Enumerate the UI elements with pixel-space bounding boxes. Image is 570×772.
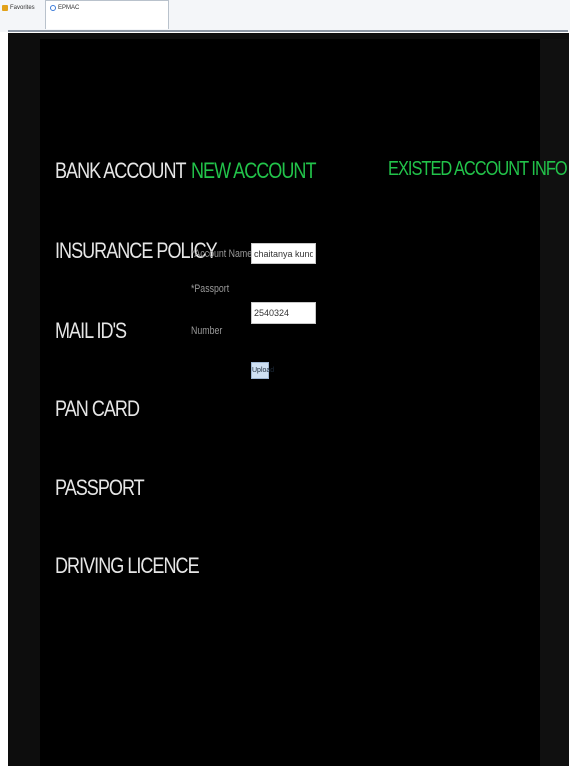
tab-existed-account-info[interactable]: EXISTED ACCOUNT INFO — [388, 158, 568, 181]
sidebar-item-mail-ids[interactable]: MAIL ID'S — [55, 318, 127, 344]
passport-label-line2: Number — [191, 325, 223, 337]
ie-page-icon — [50, 5, 56, 11]
passport-label-line1: *Passport — [191, 283, 230, 295]
browser-tab-bar: Favorites EPMAC — [0, 0, 570, 32]
account-name-input[interactable] — [251, 243, 316, 264]
browser-tab-epmac[interactable]: EPMAC — [45, 0, 169, 29]
right-margin-strip — [540, 39, 569, 766]
favorites-button[interactable]: Favorites — [2, 5, 35, 11]
sidebar-item-pan-card[interactable]: PAN CARD — [55, 396, 140, 422]
tab-new-account[interactable]: NEW ACCOUNT — [191, 158, 316, 184]
sidebar-item-passport[interactable]: PASSPORT — [55, 475, 145, 501]
tab-bar-divider — [8, 30, 568, 32]
browser-tab-label: EPMAC — [58, 5, 80, 11]
favorites-star-icon — [2, 5, 8, 11]
sidebar-item-bank-account[interactable]: BANK ACCOUNT — [55, 158, 187, 184]
upload-button[interactable]: Upload — [251, 362, 274, 379]
favorites-label: Favorites — [10, 5, 35, 11]
sidebar-item-driving-licence[interactable]: DRIVING LICENCE — [55, 553, 200, 579]
passport-number-input[interactable] — [251, 302, 316, 324]
account-name-label: *Account Name — [191, 248, 253, 260]
